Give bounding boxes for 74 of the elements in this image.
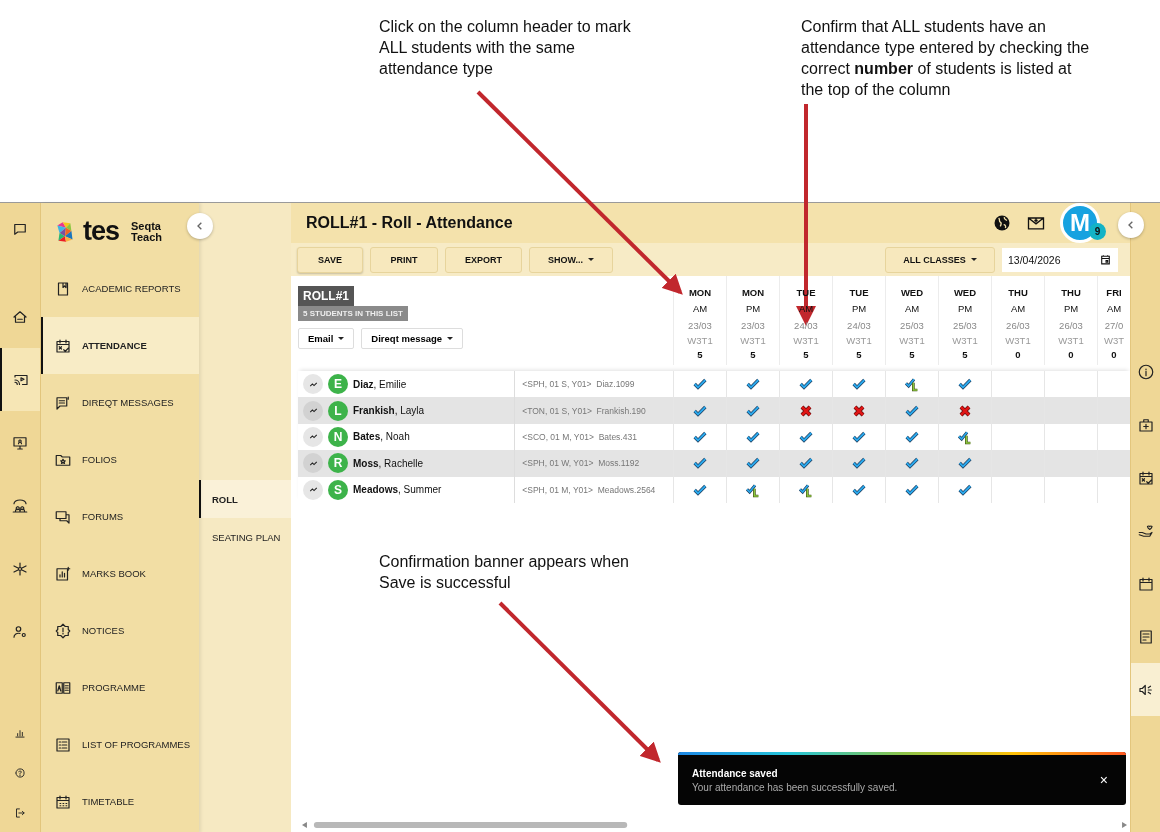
- nav-item[interactable]: NOTICES: [41, 602, 199, 659]
- student-name[interactable]: Diaz, Emilie: [353, 378, 407, 390]
- column-header[interactable]: WED AM 25/03 W3T1 5: [885, 276, 938, 365]
- subnav-item[interactable]: SEATING PLAN: [199, 518, 291, 556]
- nav-item[interactable]: PROGRAMME: [41, 659, 199, 716]
- column-header[interactable]: WED PM 25/03 W3T1 5: [938, 276, 991, 365]
- trend-button[interactable]: [303, 426, 323, 447]
- student-avatar: S: [328, 479, 348, 500]
- caret-icon: [588, 258, 594, 261]
- student-avatar: L: [328, 400, 348, 421]
- toolbar-button[interactable]: SAVE: [297, 246, 363, 273]
- subnav-item[interactable]: ROLL: [199, 480, 291, 518]
- globe-icon[interactable]: [992, 213, 1012, 233]
- student-name[interactable]: Bates, Noah: [353, 431, 410, 443]
- roll-label: ROLL#1: [298, 286, 354, 306]
- annotation-text: Click on the column header to mark ALL students with the same attendance type: [379, 17, 632, 79]
- caret-icon: [338, 337, 345, 340]
- nav-item[interactable]: ATTENDANCE: [41, 317, 199, 374]
- column-header[interactable]: THU AM 26/03 W3T1 0: [991, 276, 1044, 365]
- student-info: <SPH, 01 W, Y01> Moss.1192: [514, 450, 673, 477]
- column-header[interactable]: MON AM 23/03 W3T1 5: [673, 276, 726, 365]
- close-button[interactable]: ×: [1095, 772, 1112, 788]
- student-name[interactable]: Frankish, Layla: [353, 405, 425, 417]
- class-filter-button[interactable]: ALL CLASSES: [885, 246, 995, 273]
- alert-icon: [54, 621, 72, 640]
- nav-item[interactable]: FORUMS: [41, 488, 199, 545]
- date-field[interactable]: 13/04/2026: [1002, 247, 1118, 272]
- product-name: Seqta: [131, 220, 161, 232]
- trend-button[interactable]: [303, 400, 323, 421]
- bar-chart-icon: [54, 564, 72, 583]
- student-name[interactable]: Meadows, Summer: [353, 484, 442, 496]
- message-icon: [54, 393, 72, 412]
- calendar-icon: [1099, 253, 1112, 266]
- late-check-icon[interactable]: [904, 376, 920, 393]
- trend-button[interactable]: [303, 453, 323, 474]
- nav-item[interactable]: LIST OF PROGRAMMES: [41, 716, 199, 773]
- column-header[interactable]: MON PM 23/03 W3T1 5: [726, 276, 779, 365]
- notification-badge: 9: [1089, 223, 1106, 240]
- annotation-text: Confirmation banner appears when Save is successful: [379, 552, 630, 593]
- toolbar-button[interactable]: EXPORT: [445, 246, 522, 273]
- people-icon: [11, 496, 29, 515]
- student-avatar: R: [328, 453, 348, 474]
- help-icon: [13, 766, 27, 780]
- page-title: ROLL#1 - Roll - Attendance: [306, 214, 513, 232]
- nav-item[interactable]: TIMETABLE: [41, 773, 199, 830]
- product-edition: Teach: [131, 231, 162, 243]
- student-name[interactable]: Moss, Rachelle: [353, 457, 424, 469]
- annotation-text: Confirm that ALL students have an attendance type entered by checking the correct number of students is listed at the top of the column: [801, 17, 1091, 100]
- logout-icon: [13, 806, 27, 820]
- nav-item[interactable]: ACADEMIC REPORTS: [41, 260, 199, 317]
- logo-wordmark: tes: [83, 218, 120, 245]
- action-dropdown[interactable]: Email: [298, 328, 355, 349]
- student-count-label: 5 STUDENTS IN THIS LIST: [298, 306, 408, 321]
- column-header[interactable]: TUE PM 24/03 W3T1 5: [832, 276, 885, 365]
- caret-icon: [447, 337, 454, 340]
- info-icon: [1136, 362, 1155, 381]
- column-header[interactable]: THU PM 26/03 W3T1 0: [1044, 276, 1097, 365]
- toast-message: Your attendance has been successfully saved.: [692, 781, 899, 793]
- trend-button[interactable]: [303, 374, 323, 395]
- nav-item[interactable]: DIREQT MESSAGES: [41, 374, 199, 431]
- student-info: <SPH, 01 M, Y01> Meadows.2564: [514, 476, 673, 503]
- toolbar-button[interactable]: PRINT: [370, 246, 438, 273]
- caret-icon: [970, 258, 977, 261]
- toolbar-button[interactable]: SHOW...: [529, 246, 613, 273]
- list-icon: [54, 735, 72, 754]
- nav-item[interactable]: MARKS BOOK: [41, 545, 199, 602]
- student-avatar: N: [328, 426, 348, 447]
- side-panel-tab[interactable]: [1131, 663, 1160, 716]
- nav-item[interactable]: FOLIOS: [41, 431, 199, 488]
- toast-title: Attendance saved: [692, 767, 779, 779]
- action-dropdown[interactable]: Direqt message: [361, 328, 464, 349]
- student-avatar: E: [328, 374, 348, 395]
- student-info: <TON, 01 S, Y01> Frankish.190: [514, 397, 673, 424]
- trend-button[interactable]: [303, 479, 323, 500]
